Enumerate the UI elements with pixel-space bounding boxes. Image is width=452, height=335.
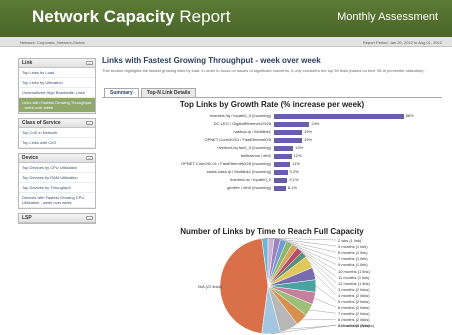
sidebar-item[interactable]: Top Links by Load (19, 68, 95, 78)
sidebar-section-title[interactable]: LSP – (19, 214, 95, 223)
sidebar-item[interactable]: Underutilized High Bandwidth Links (19, 88, 95, 98)
pie-slice-label: 10 months (1 link) (338, 268, 370, 274)
sidebar-item[interactable]: Top CoS in Network (19, 128, 95, 138)
sidebar-item[interactable]: Top Links with CoS (19, 138, 95, 148)
pie-slice-label: 7 months (2 links) (338, 311, 370, 317)
sidebar-section: Link – Top Links by Load Top Links by Utili… (18, 58, 96, 114)
sidebar-section-title[interactable]: Class of Service – (19, 119, 95, 128)
sidebar-item[interactable]: Top Devices by RAM Utilization (19, 173, 95, 183)
collapse-icon[interactable]: – (86, 121, 93, 125)
app-brand: Network Capacity Report (32, 7, 230, 27)
pie-slice-label: 7 months (1 link) (338, 256, 368, 262)
sidebar-item[interactable]: Links with Fastest Growing Throughput - … (19, 98, 95, 113)
collapse-icon[interactable]: – (86, 216, 93, 220)
collapse-icon[interactable]: – (86, 61, 93, 65)
subheader: Network: Corporate_Network-Global Report… (0, 37, 452, 47)
pie-chart (219, 237, 337, 335)
pie-slice-label: 11 months (1 link) (338, 274, 370, 280)
pie-leader-line (301, 319, 337, 321)
pie-slice-label: 3 months (2 links) (338, 286, 370, 292)
pie-slice-label: 6 months (1 link) (338, 250, 368, 256)
sidebar-section-title[interactable]: Device – (19, 154, 95, 163)
pie-leader-line (309, 309, 337, 314)
pie-leader-line (314, 273, 337, 296)
tab-summary[interactable]: Summary (104, 88, 139, 97)
sidebar-item[interactable]: Top Devices by CPU Utilization (19, 163, 95, 173)
sidebar-item[interactable]: Devices with Fastest Growing CPU Utiliza… (19, 193, 95, 208)
pie-slice-label: 8 months (2 links) (338, 317, 370, 323)
page-description: This section highlights the fastest grow… (102, 68, 425, 73)
pie-slice-label: 4 months (2 links) (338, 292, 370, 298)
pie-slice-label: 6 months (2 links) (338, 305, 370, 311)
sidebar-section-title[interactable]: Link – (19, 59, 95, 68)
sidebar-section: Device – Top Devices by CPU Utilization Top… (18, 153, 96, 209)
tab-top-n-link-details[interactable]: Top-N Link Details (140, 88, 197, 97)
report-period: Report Period: Jan 20, 2012 to Aug 01, 2… (362, 40, 442, 45)
app-header: Network Capacity Report Monthly Assessme… (0, 0, 452, 37)
pie-slice-label: N/A (22 links) (198, 284, 222, 289)
brand-light: Report (174, 7, 231, 26)
report-name: Monthly Assessment (337, 11, 438, 23)
sidebar-section: LSP – (18, 213, 96, 224)
summary-panel: Top Links by Growth Rate (% increase per… (102, 98, 442, 335)
main-content: Links with Fastest Growing Throughput - … (102, 56, 442, 335)
pie-leader-line (315, 285, 337, 302)
brand-bold: Network Capacity (32, 7, 175, 26)
sidebar: Link – Top Links by Load Top Links by Utili… (18, 58, 96, 228)
sidebar-item[interactable]: Top Devices by Throughput (19, 183, 95, 193)
pie-slice-label: 3 months (1 link) (338, 244, 368, 250)
network-name: Network: Corporate_Network-Global (20, 40, 85, 45)
sidebar-section: Class of Service – Top CoS in Network Top L… (18, 118, 96, 149)
pie-slice-label: >12 months (3 links) (338, 323, 375, 328)
pie-slice-label: 5 months (2 links) (338, 299, 370, 304)
pie-leader-line (314, 298, 337, 308)
pie-slice-label: 2 wks (1 link) (338, 238, 362, 243)
pie-slice-label: 12 months (1 link) (338, 280, 370, 286)
collapse-icon[interactable]: – (86, 156, 93, 160)
page-title: Links with Fastest Growing Throughput - … (102, 56, 321, 65)
sidebar-item[interactable]: Top Links by Utilization (19, 78, 95, 88)
pie-slice-label: 9 months (1 link) (338, 262, 368, 268)
